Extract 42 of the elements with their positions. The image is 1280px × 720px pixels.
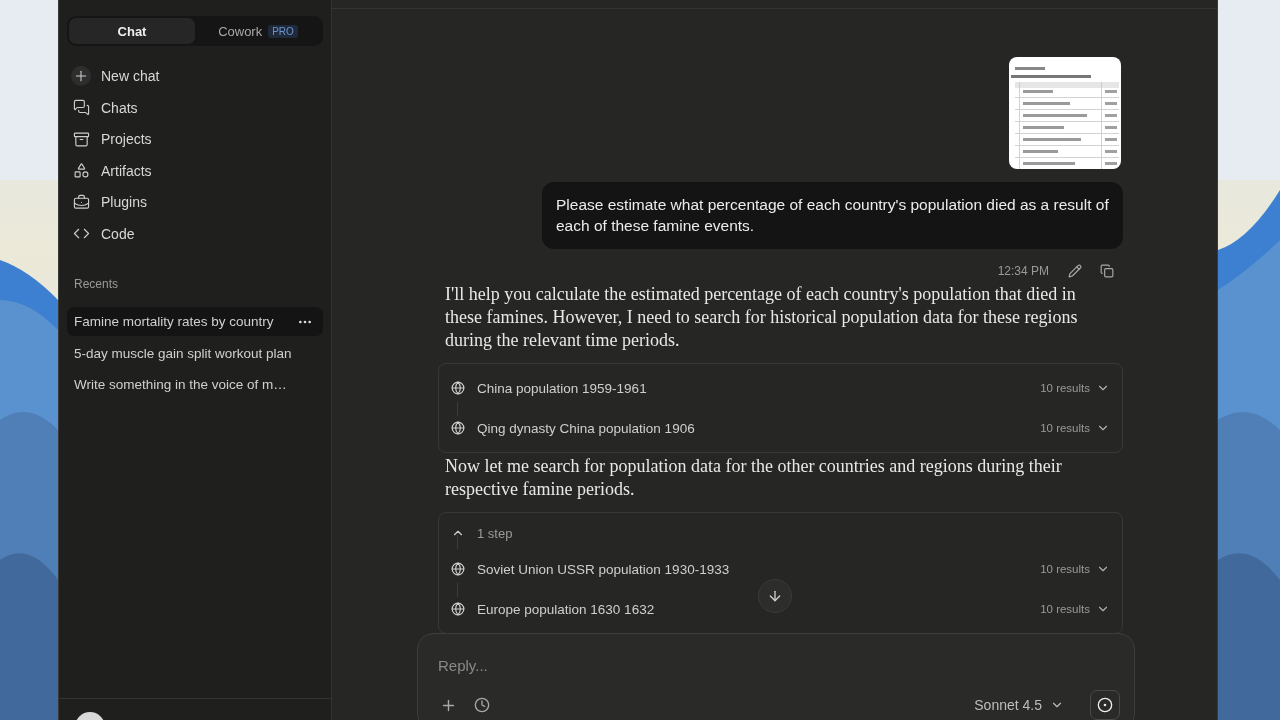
tray-icon xyxy=(71,129,91,150)
plus-icon xyxy=(71,66,91,87)
recent-chat-item[interactable]: Famine mortality rates by country xyxy=(67,307,323,336)
mode-tab[interactable]: Chat xyxy=(69,18,195,44)
user-message: Please estimate what percentage of each country's population died as a result of each of these famine events. xyxy=(542,182,1123,249)
nav-item[interactable]: New chat xyxy=(67,62,323,91)
results-count: 10 results xyxy=(1040,563,1090,575)
shapes-icon xyxy=(71,160,91,181)
message-time: 12:34 PM xyxy=(997,264,1049,278)
recent-chat-item[interactable]: Write something in the voice of m… xyxy=(67,370,323,399)
model-name: Sonnet 4.5 xyxy=(974,697,1042,713)
results-count: 10 results xyxy=(1040,422,1090,434)
reply-field[interactable]: Reply... xyxy=(438,654,1120,676)
assistant-message: Now let me search for population data for the other countries and regions during their respective famine periods. xyxy=(444,455,1063,501)
globe-icon xyxy=(451,562,465,576)
circle-dot-icon xyxy=(1097,697,1113,713)
globe-icon xyxy=(451,602,465,616)
results-count: 10 results xyxy=(1040,382,1090,394)
chat-bubbles-icon xyxy=(71,97,91,118)
scroll-down-button[interactable] xyxy=(758,579,792,613)
globe-icon xyxy=(451,421,465,435)
section-label: Recents xyxy=(74,277,120,291)
nav-item[interactable]: Artifacts xyxy=(67,156,323,185)
nav-item[interactable]: Plugins xyxy=(67,188,323,217)
model-selector[interactable]: Sonnet 4.5 xyxy=(974,697,1064,713)
mode-tab[interactable]: Cowork PRO xyxy=(195,18,321,44)
nav-item[interactable]: Code xyxy=(67,219,323,248)
record-button[interactable] xyxy=(1090,690,1120,720)
nav-item[interactable]: Chats xyxy=(67,93,323,122)
step-label[interactable]: 1 step xyxy=(477,525,513,541)
search-query: Qing dynasty China population 1906 xyxy=(477,420,696,436)
search-query: Soviet Union USSR population 1930-1933 xyxy=(477,561,731,577)
search-query: Europe population 1630 1632 xyxy=(477,601,656,617)
nav-item[interactable]: Projects xyxy=(67,125,323,154)
search-query: China population 1959-1961 xyxy=(477,380,648,396)
recent-chat-item[interactable]: 5-day muscle gain split workout plan xyxy=(67,338,323,368)
arrow-down-icon xyxy=(767,588,783,604)
clock-icon[interactable] xyxy=(472,695,492,715)
assistant-message: I'll help you calculate the estimated percentage of each country's population that died in these famines. However, I need to search for historical population data for these regions during the relevant time periods. xyxy=(444,283,1079,352)
globe-icon xyxy=(451,381,465,395)
results-count: 10 results xyxy=(1040,603,1090,615)
pro-badge: PRO xyxy=(268,24,298,38)
